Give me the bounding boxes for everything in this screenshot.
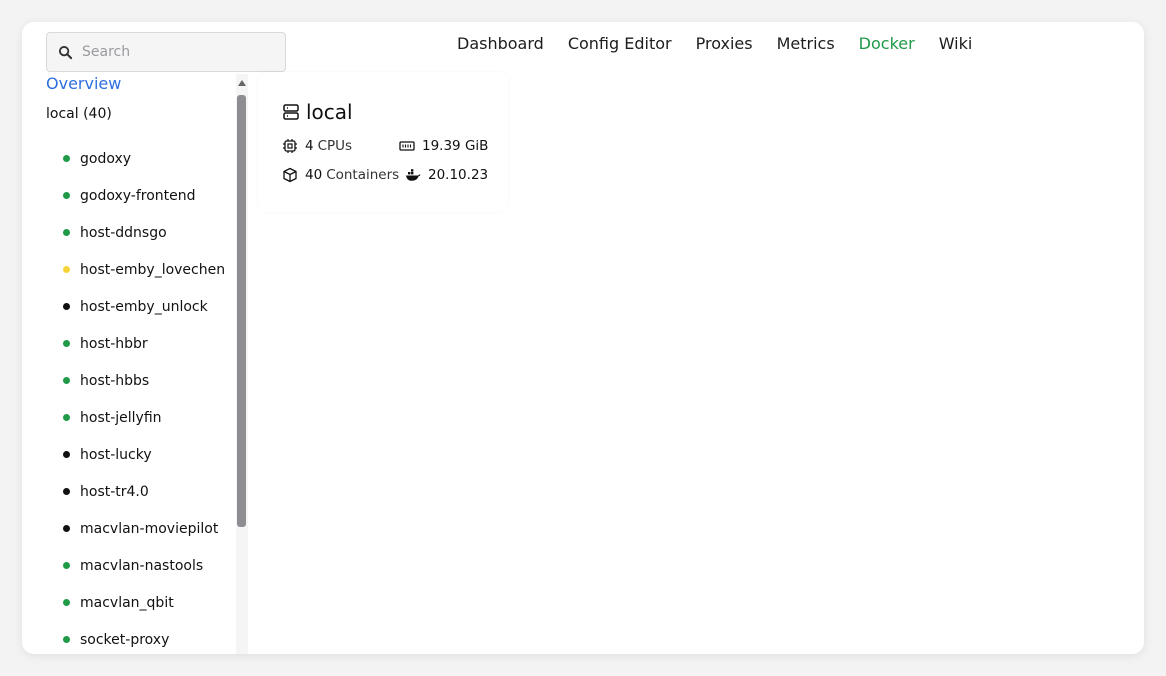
sidebar: Overview local (40) godoxy godoxy-fronten… bbox=[46, 74, 236, 654]
container-label: Containers bbox=[326, 167, 400, 183]
sidebar-item-label: host-emby_lovechen bbox=[80, 261, 226, 278]
memory-stat: 19.39 GiB bbox=[399, 138, 488, 154]
sidebar-item-label: host-jellyfin bbox=[80, 409, 162, 426]
docker-version: 20.10.23 bbox=[428, 167, 489, 183]
cpu-count: 4 bbox=[305, 138, 314, 154]
box-icon bbox=[283, 167, 297, 183]
sidebar-item-label: macvlan_qbit bbox=[80, 594, 174, 611]
docker-version-stat: 20.10.23 bbox=[405, 167, 488, 183]
sidebar-item-socket-proxy[interactable]: socket-proxy bbox=[46, 621, 236, 654]
sidebar-item-host-ddnsgo[interactable]: host-ddnsgo bbox=[46, 214, 236, 251]
search-input[interactable] bbox=[82, 44, 262, 60]
status-dot-icon bbox=[63, 303, 70, 310]
server-icon bbox=[283, 104, 299, 120]
docker-host-card[interactable]: local 4 CPUs 19.39 GiB 40 Containers 20.… bbox=[258, 72, 508, 212]
sidebar-item-host-emby-lovechen[interactable]: host-emby_lovechen bbox=[46, 251, 236, 288]
nav-proxies[interactable]: Proxies bbox=[696, 34, 753, 53]
app-window: Dashboard Config Editor Proxies Metrics … bbox=[22, 22, 1144, 654]
containers-stat: 40 Containers bbox=[282, 167, 399, 183]
status-dot-icon bbox=[63, 599, 70, 606]
docker-icon bbox=[406, 169, 421, 181]
sidebar-item-host-hbbs[interactable]: host-hbbs bbox=[46, 362, 236, 399]
sidebar-item-label: host-ddnsgo bbox=[80, 224, 167, 241]
sidebar-item-label: macvlan-nastools bbox=[80, 557, 204, 574]
sidebar-item-label: macvlan-moviepilot bbox=[80, 520, 219, 537]
sidebar-group-local[interactable]: local (40) bbox=[46, 106, 112, 122]
sidebar-item-macvlan-nastools[interactable]: macvlan-nastools bbox=[46, 547, 236, 584]
nav-dashboard[interactable]: Dashboard bbox=[457, 34, 544, 53]
sidebar-item-label: host-lucky bbox=[80, 446, 152, 463]
nav-docker[interactable]: Docker bbox=[859, 34, 915, 53]
status-dot-icon bbox=[63, 229, 70, 236]
sidebar-item-macvlan-moviepilot[interactable]: macvlan-moviepilot bbox=[46, 510, 236, 547]
status-dot-icon bbox=[63, 488, 70, 495]
sidebar-item-label: host-hbbr bbox=[80, 335, 148, 352]
cpu-icon bbox=[283, 139, 297, 153]
sidebar-item-label: godoxy bbox=[80, 150, 132, 167]
top-nav: Dashboard Config Editor Proxies Metrics … bbox=[457, 34, 972, 53]
cpu-label: CPUs bbox=[317, 138, 353, 154]
sidebar-item-label: host-hbbs bbox=[80, 372, 150, 389]
sidebar-item-label: godoxy-frontend bbox=[80, 187, 196, 204]
sidebar-item-host-lucky[interactable]: host-lucky bbox=[46, 436, 236, 473]
status-dot-icon bbox=[63, 636, 70, 643]
search-box[interactable] bbox=[46, 32, 286, 72]
sidebar-item-label: host-emby_unlock bbox=[80, 298, 208, 315]
sidebar-overview-link[interactable]: Overview bbox=[46, 74, 121, 93]
memory-icon bbox=[399, 141, 415, 151]
search-icon bbox=[58, 45, 73, 59]
sidebar-item-host-tr4-0[interactable]: host-tr4.0 bbox=[46, 473, 236, 510]
nav-wiki[interactable]: Wiki bbox=[939, 34, 973, 53]
sidebar-item-godoxy[interactable]: godoxy bbox=[46, 140, 236, 177]
nav-metrics[interactable]: Metrics bbox=[777, 34, 835, 53]
status-dot-icon bbox=[63, 562, 70, 569]
container-count: 40 bbox=[305, 167, 323, 183]
status-dot-icon bbox=[63, 340, 70, 347]
sidebar-item-label: socket-proxy bbox=[80, 631, 170, 648]
status-dot-icon bbox=[63, 377, 70, 384]
container-list: godoxy godoxy-frontend host-ddnsgo host-emb… bbox=[46, 140, 236, 654]
sidebar-item-host-jellyfin[interactable]: host-jellyfin bbox=[46, 399, 236, 436]
sidebar-item-host-emby-unlock[interactable]: host-emby_unlock bbox=[46, 288, 236, 325]
scrollbar-thumb[interactable] bbox=[237, 95, 246, 527]
memory-value: 19.39 GiB bbox=[422, 138, 489, 154]
status-dot-icon bbox=[63, 451, 70, 458]
status-dot-icon bbox=[63, 192, 70, 199]
cpu-stat: 4 CPUs bbox=[282, 138, 352, 154]
card-header: local bbox=[282, 100, 353, 124]
sidebar-item-host-hbbr[interactable]: host-hbbr bbox=[46, 325, 236, 362]
status-dot-icon bbox=[63, 414, 70, 421]
scroll-up-arrow-icon[interactable] bbox=[238, 80, 246, 86]
host-name: local bbox=[306, 100, 353, 124]
sidebar-scrollbar[interactable] bbox=[236, 74, 248, 654]
status-dot-icon bbox=[63, 155, 70, 162]
status-dot-icon bbox=[63, 525, 70, 532]
sidebar-item-macvlan-qbit[interactable]: macvlan_qbit bbox=[46, 584, 236, 621]
sidebar-item-label: host-tr4.0 bbox=[80, 483, 149, 500]
status-dot-icon bbox=[63, 266, 70, 273]
nav-config-editor[interactable]: Config Editor bbox=[568, 34, 672, 53]
sidebar-item-godoxy-frontend[interactable]: godoxy-frontend bbox=[46, 177, 236, 214]
